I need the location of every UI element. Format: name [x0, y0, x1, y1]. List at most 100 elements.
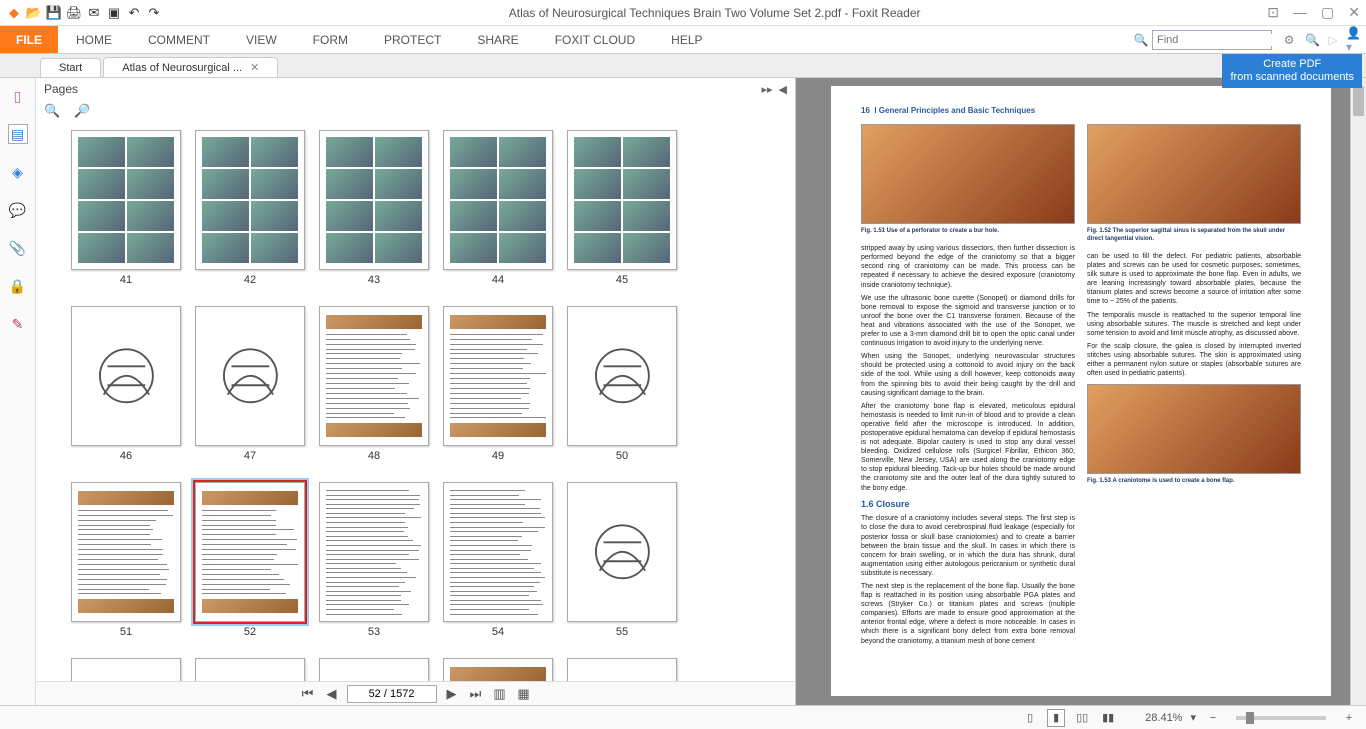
page-layout-icon[interactable]: ▥ [491, 686, 509, 702]
layers-panel-icon[interactable]: ◈ [8, 162, 28, 182]
view-single-icon[interactable]: ▯ [1021, 709, 1039, 727]
thumbnail-cell[interactable]: 54 [438, 482, 558, 654]
snapshot-icon[interactable]: ▣ [106, 5, 122, 21]
zoom-in-icon[interactable]: + [1340, 709, 1358, 727]
settings-icon[interactable]: ⚙ [1280, 31, 1298, 49]
thumbnail-page-46[interactable] [71, 306, 181, 446]
page-layout2-icon[interactable]: ▦ [515, 686, 533, 702]
page-number-input[interactable] [347, 685, 437, 703]
thumb-enlarge-icon[interactable]: 🔍 [44, 103, 60, 119]
open-icon[interactable]: 📂 [26, 5, 42, 21]
zoom-out-icon[interactable]: − [1204, 709, 1222, 727]
promo-banner[interactable]: Create PDF from scanned documents [1222, 54, 1362, 88]
thumbnail-page-43[interactable] [319, 130, 429, 270]
thumbnail-cell[interactable]: 47 [190, 306, 310, 478]
thumbnail-page-58[interactable] [319, 658, 429, 681]
undo-icon[interactable]: ↶ [126, 5, 142, 21]
zoom-slider-knob[interactable] [1246, 712, 1254, 724]
thumbnail-page-52[interactable] [195, 482, 305, 622]
last-page-icon[interactable]: ⏭ [467, 686, 485, 702]
vertical-scrollbar[interactable] [1350, 78, 1366, 705]
next-page-icon[interactable]: ▶ [443, 686, 461, 702]
ribbon-tab-protect[interactable]: PROTECT [366, 26, 459, 53]
thumbnail-cell[interactable]: 50 [562, 306, 682, 478]
security-panel-icon[interactable]: 🔒 [8, 276, 28, 296]
ribbon-tab-comment[interactable]: COMMENT [130, 26, 228, 53]
print-icon[interactable]: 🖨 [66, 5, 82, 21]
thumbnail-cell[interactable]: 59 [438, 658, 558, 681]
view-continuous-facing-icon[interactable]: ▮▮ [1099, 709, 1117, 727]
panel-menu-icon[interactable]: ▸▸ [761, 83, 772, 96]
thumbnail-page-50[interactable] [567, 306, 677, 446]
thumbnail-cell[interactable]: 42 [190, 130, 310, 302]
close-tab-icon[interactable]: ✕ [250, 61, 259, 74]
thumbnail-cell[interactable]: 51 [66, 482, 186, 654]
thumbnail-page-59[interactable] [443, 658, 553, 681]
thumbnail-cell[interactable]: 45 [562, 130, 682, 302]
thumb-reduce-icon[interactable]: 🔎 [74, 103, 90, 119]
thumbnail-cell[interactable]: 55 [562, 482, 682, 654]
thumbnail-page-56[interactable] [71, 658, 181, 681]
collapse-ribbon-icon[interactable]: ⊡ [1267, 4, 1279, 21]
bookmark-panel-icon[interactable]: ▯ [8, 86, 28, 106]
thumbnail-page-47[interactable] [195, 306, 305, 446]
doc-tab-atlas[interactable]: Atlas of Neurosurgical ... ✕ [103, 57, 278, 77]
thumbnail-cell[interactable]: 57 [190, 658, 310, 681]
next-result-icon[interactable]: ▷ [1324, 31, 1342, 49]
first-page-icon[interactable]: ⏮ [299, 686, 317, 702]
signature-panel-icon[interactable]: ✎ [8, 314, 28, 334]
thumbnail-page-49[interactable] [443, 306, 553, 446]
thumbnail-page-55[interactable] [567, 482, 677, 622]
prev-page-icon[interactable]: ◀ [323, 686, 341, 702]
thumbnail-cell[interactable]: 60 [562, 658, 682, 681]
view-facing-icon[interactable]: ▯▯ [1073, 709, 1091, 727]
file-tab[interactable]: FILE [0, 26, 58, 53]
attachments-panel-icon[interactable]: 📎 [8, 238, 28, 258]
thumbnail-cell[interactable]: 53 [314, 482, 434, 654]
view-continuous-icon[interactable]: ▮ [1047, 709, 1065, 727]
thumbnail-cell[interactable]: 44 [438, 130, 558, 302]
user-icon[interactable]: 👤▾ [1346, 31, 1364, 49]
thumbnail-cell[interactable]: 52 [190, 482, 310, 654]
thumbnail-cell[interactable]: 46 [66, 306, 186, 478]
thumbnail-page-57[interactable] [195, 658, 305, 681]
email-icon[interactable]: ✉ [86, 5, 102, 21]
zoom-slider[interactable] [1236, 716, 1326, 720]
find-box[interactable]: 🔍 [1152, 30, 1272, 50]
pages-panel-icon[interactable]: ▤ [8, 124, 28, 144]
thumbnail-page-42[interactable] [195, 130, 305, 270]
thumbnail-page-51[interactable] [71, 482, 181, 622]
thumbnail-page-48[interactable] [319, 306, 429, 446]
ribbon-tab-foxitcloud[interactable]: FOXIT CLOUD [537, 26, 653, 53]
minimize-icon[interactable]: — [1293, 4, 1307, 21]
search-tool-icon[interactable]: 🔍 [1132, 31, 1150, 49]
thumbnail-page-54[interactable] [443, 482, 553, 622]
thumbnail-cell[interactable]: 43 [314, 130, 434, 302]
comments-panel-icon[interactable]: 💬 [8, 200, 28, 220]
thumbnail-cell[interactable]: 58 [314, 658, 434, 681]
ribbon-tab-form[interactable]: FORM [295, 26, 366, 53]
ribbon-tab-home[interactable]: HOME [58, 26, 130, 53]
thumbnail-page-45[interactable] [567, 130, 677, 270]
thumbnail-cell[interactable]: 48 [314, 306, 434, 478]
thumbnail-page-44[interactable] [443, 130, 553, 270]
redo-icon[interactable]: ↷ [146, 5, 162, 21]
zoom-dropdown-icon[interactable]: ▾ [1190, 711, 1196, 724]
thumbnail-cell[interactable]: 49 [438, 306, 558, 478]
thumbnail-page-53[interactable] [319, 482, 429, 622]
ribbon-tab-help[interactable]: HELP [653, 26, 720, 53]
scrollbar-thumb[interactable] [1353, 86, 1364, 116]
document-view[interactable]: 16 I General Principles and Basic Techni… [796, 78, 1366, 705]
ribbon-tab-view[interactable]: VIEW [228, 26, 295, 53]
thumbnail-page-60[interactable] [567, 658, 677, 681]
panel-collapse-icon[interactable]: ◀ [779, 83, 787, 96]
thumbnail-page-41[interactable] [71, 130, 181, 270]
prev-result-icon[interactable]: ◁ [1302, 31, 1320, 49]
thumbnail-cell[interactable]: 56 [66, 658, 186, 681]
close-icon[interactable]: ✕ [1348, 4, 1360, 21]
ribbon-tab-share[interactable]: SHARE [459, 26, 536, 53]
maximize-icon[interactable]: ▢ [1321, 4, 1334, 21]
thumbnail-cell[interactable]: 41 [66, 130, 186, 302]
doc-tab-start[interactable]: Start [40, 58, 101, 77]
save-icon[interactable]: 💾 [46, 5, 62, 21]
